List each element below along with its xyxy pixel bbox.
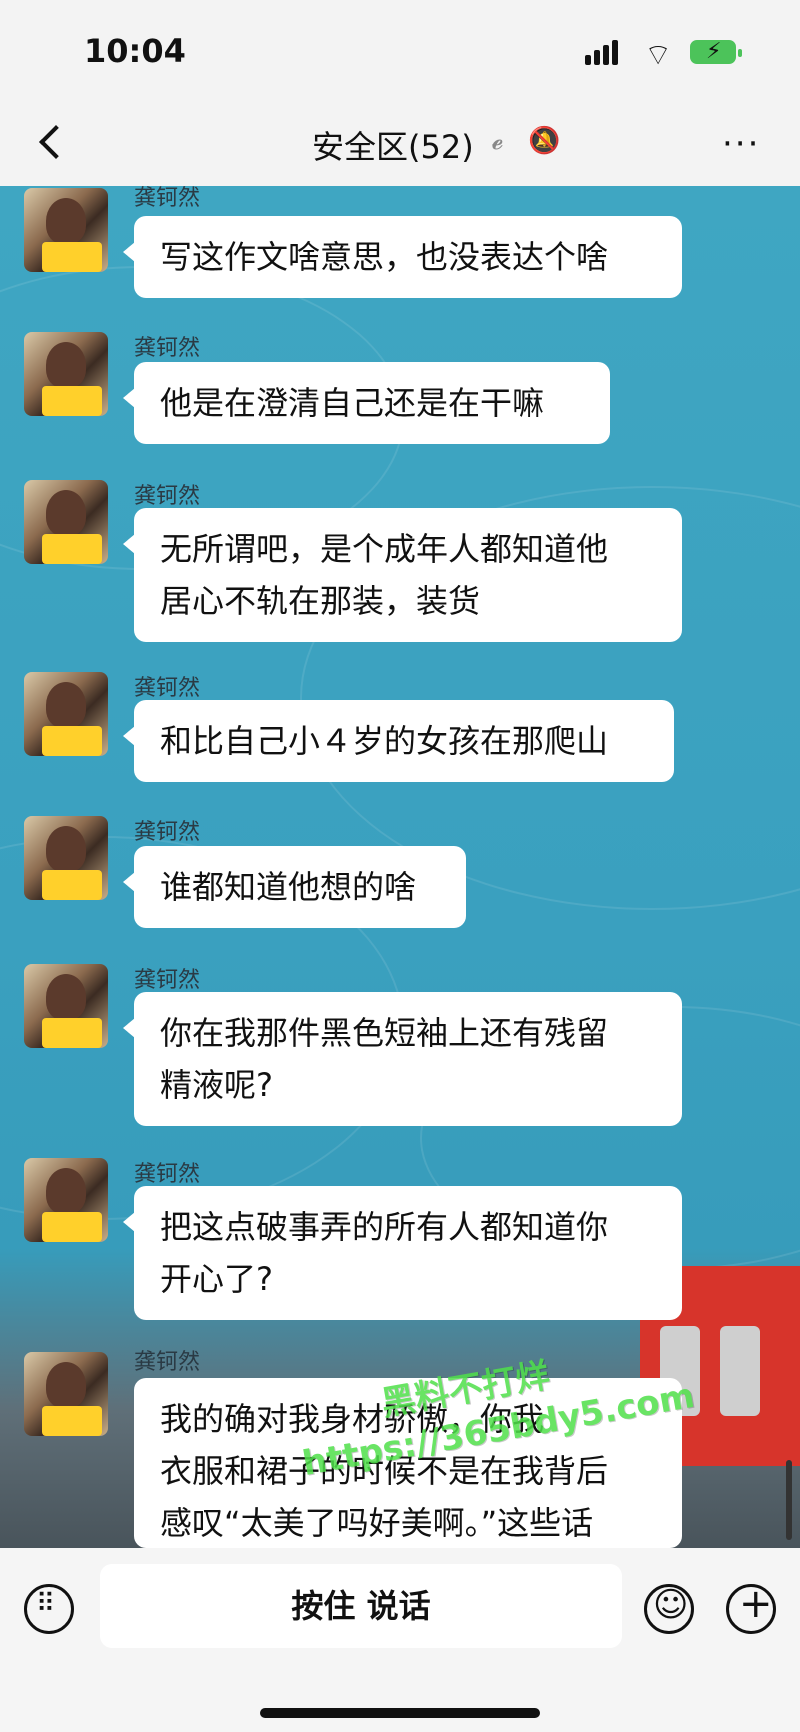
avatar[interactable]: [24, 480, 108, 564]
avatar[interactable]: [24, 816, 108, 900]
cellular-signal-icon: [585, 40, 621, 65]
wifi-icon: ⌔: [644, 38, 673, 73]
sender-name: 龚钶然: [134, 336, 201, 361]
sender-name: 龚钶然: [134, 676, 201, 701]
avatar[interactable]: [24, 1158, 108, 1242]
avatar[interactable]: [24, 964, 108, 1048]
mute-bell-icon: 🔕: [528, 126, 561, 156]
sender-name: 龚钶然: [134, 1162, 201, 1187]
status-time: 10:04: [84, 32, 186, 70]
avatar[interactable]: [24, 672, 108, 756]
message-bubble[interactable]: 你在我那件黑色短袖上还有残留 精液呢?: [123, 992, 682, 1126]
message-bubble[interactable]: 和比自己小４岁的女孩在那爬山: [123, 700, 674, 782]
home-indicator: [260, 1708, 540, 1718]
message-bubble[interactable]: 他是在澄清自己还是在干嘛: [123, 362, 610, 444]
sender-name: 龚钶然: [134, 820, 201, 845]
avatar[interactable]: [24, 1352, 108, 1436]
sender-name: 龚钶然: [134, 968, 201, 993]
input-bar: 按住 说话: [0, 1548, 800, 1732]
hold-to-talk-button[interactable]: 按住 说话: [100, 1564, 622, 1648]
message-bubble[interactable]: 把这点破事弄的所有人都知道你 开心了?: [123, 1186, 682, 1320]
back-chevron-icon[interactable]: [34, 120, 74, 164]
status-bar: 10:04 ⌔ ⚡: [0, 0, 800, 100]
ear-icon: 𝓮: [492, 126, 504, 156]
message-bubble[interactable]: 写这作文啥意思，也没表达个啥: [123, 216, 682, 298]
chat-title: 安全区(52): [312, 128, 474, 166]
more-icon[interactable]: ···: [722, 124, 760, 164]
chat-header: 安全区(52) 𝓮 🔕 ···: [0, 100, 800, 186]
message-bubble[interactable]: 无所谓吧，是个成年人都知道他 居心不轨在那装，装货: [123, 508, 682, 642]
battery-icon: ⚡: [690, 39, 742, 64]
sender-name: 龚钶然: [134, 484, 201, 509]
avatar[interactable]: [24, 332, 108, 416]
message-bubble[interactable]: 谁都知道他想的啥: [123, 846, 466, 928]
avatar[interactable]: [24, 188, 108, 272]
sender-name: 龚钶然: [134, 186, 201, 211]
emoji-icon[interactable]: [644, 1584, 694, 1634]
plus-icon[interactable]: [726, 1581, 776, 1634]
sender-name: 龚钶然: [134, 1350, 201, 1375]
scrollbar[interactable]: [786, 1460, 792, 1540]
keyboard-icon[interactable]: [24, 1584, 74, 1634]
